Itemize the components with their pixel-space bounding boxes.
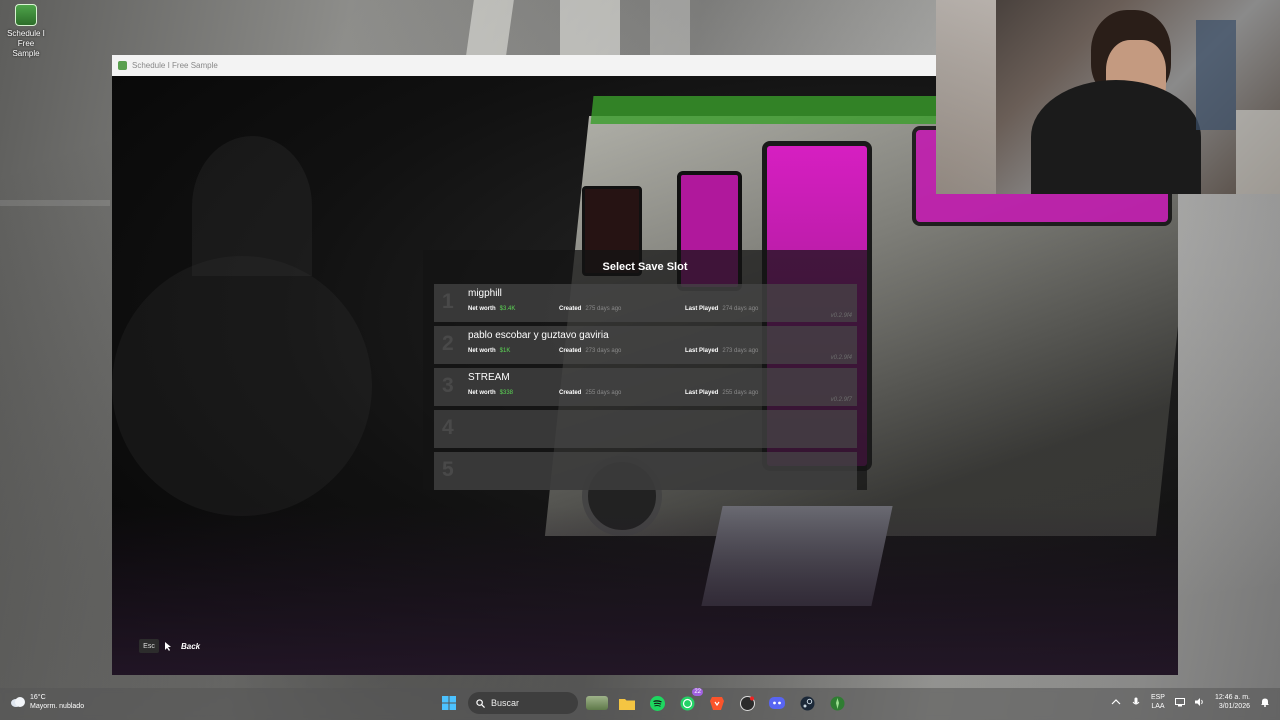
esc-key-cap: Esc [139,639,159,653]
save-slot-4-empty[interactable]: 4 [434,410,857,448]
road-stripe [560,0,620,55]
slot-net-worth: Net worth $1K [468,348,511,354]
webcam-person-shirt [1031,80,1201,194]
taskbar-discord[interactable] [766,692,788,714]
slot-net-worth: Net worth $338 [468,390,514,396]
desktop-shortcut-label: Schedule I Free Sample [7,29,45,58]
windows-icon [442,696,456,710]
slot-version: v0.2.9f4 [830,313,852,319]
webcam-curtain [936,0,996,194]
slot-last-played: Last Played 274 days ago [685,306,759,312]
schedule-i-app-icon [15,4,37,26]
slot-last-played: Last Played 255 days ago [685,390,759,396]
taskbar: 16°C Mayorm. nublado Buscar 22 ESP LAA 1… [0,688,1280,720]
slot-net-worth: Net worth $3.4K [468,306,516,312]
slot-name: STREAM [468,372,510,383]
slot-version: v0.2.9f4 [830,355,852,361]
search-icon [476,698,485,708]
slot-number: 4 [442,416,454,439]
back-label: Back [181,641,201,651]
taskbar-obs[interactable] [736,692,758,714]
webcam-background-item [1196,20,1236,130]
schedule-i-leaf-icon [830,696,844,710]
slot-created: Created 273 days ago [559,348,622,354]
scene-shape [192,136,312,276]
scene-floor [112,506,1178,675]
panel-title: Select Save Slot [602,261,688,273]
cloud-icon [11,697,25,707]
microphone-icon[interactable] [1131,697,1141,707]
taskbar-schedule-i[interactable] [826,692,848,714]
app-icon [118,61,127,70]
slot-version: v0.2.9f7 [830,397,852,403]
weather-widget[interactable]: 16°C Mayorm. nublado [10,693,84,711]
slot-name: migphill [468,288,502,299]
scene-shape [112,256,372,516]
webcam-background-item [1236,110,1280,194]
search-placeholder: Buscar [491,698,520,708]
clock-time: 12:46 a. m. [1214,694,1250,701]
obs-icon [739,695,755,711]
steam-icon [800,696,814,710]
save-slot-3[interactable]: 3 STREAM Net worth $338 Created 255 days a… [434,368,857,406]
taskbar-steam[interactable] [796,692,818,714]
notification-bell-icon[interactable] [1260,697,1270,707]
window-title: Schedule I Free Sample [132,61,218,70]
start-button[interactable] [438,692,460,714]
taskbar-whatsapp[interactable]: 22 [676,688,703,714]
taskbar-search[interactable]: Buscar [468,692,578,714]
desktop-shortcut-schedule-i[interactable]: Schedule I Free Sample [4,4,48,59]
slot-number: 3 [442,374,454,397]
mouse-cursor-icon [165,641,171,651]
landscape-thumbnail-icon [586,696,608,710]
weather-temp: 16°C [30,694,46,701]
language-code: ESP [1150,694,1165,701]
save-slot-5-empty[interactable]: 5 [434,452,857,490]
webcam-overlay [936,0,1280,194]
save-slot-panel: Select Save Slot 1 migphill Net worth $3.… [423,250,867,490]
road-stripe [0,200,110,206]
slot-name: pablo escobar y guztavo gaviria [468,330,609,341]
slot-number: 1 [442,290,454,313]
language-indicator[interactable]: ESP LAA [1151,693,1165,711]
taskbar-brave[interactable] [706,692,728,714]
weather-desc: Mayorm. nublado [30,703,85,710]
keyboard-layout: LAA [1151,703,1165,710]
slot-number: 2 [442,332,454,355]
back-hint[interactable]: Esc Back [139,639,200,653]
slot-created: Created 275 days ago [559,306,622,312]
slot-last-played: Last Played 273 days ago [685,348,759,354]
spotify-icon [649,695,665,711]
road-stripe [466,0,514,55]
whatsapp-icon [680,696,694,710]
notification-badge: 22 [692,688,703,696]
chevron-up-icon[interactable] [1111,697,1121,707]
system-tray: ESP LAA 12:46 a. m. 3/01/2026 [1111,693,1270,711]
save-slot-2[interactable]: 2 pablo escobar y guztavo gaviria Net wo… [434,326,857,364]
volume-icon[interactable] [1194,697,1205,707]
clock-date: 3/01/2026 [1218,703,1250,710]
clock[interactable]: 12:46 a. m. 3/01/2026 [1215,693,1250,711]
brave-browser-icon [710,696,724,710]
save-slot-1[interactable]: 1 migphill Net worth $3.4K Created 275 day… [434,284,857,322]
taskbar-widget-image[interactable] [586,692,608,714]
taskbar-apps: Buscar 22 [438,688,848,714]
road-stripe [650,0,690,55]
discord-icon [769,697,785,709]
taskbar-file-explorer[interactable] [616,692,638,714]
slot-number: 5 [442,458,454,481]
folder-icon [619,698,635,710]
network-icon[interactable] [1174,697,1185,707]
slot-created: Created 255 days ago [559,390,622,396]
taskbar-spotify[interactable] [646,692,668,714]
